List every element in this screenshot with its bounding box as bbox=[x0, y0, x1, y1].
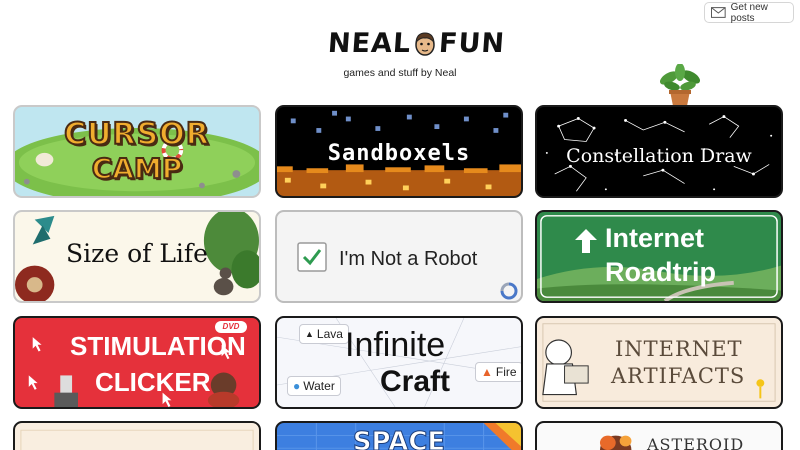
logo-text-right: FUN bbox=[438, 27, 507, 59]
card-title-line-2: ARTIFACTS bbox=[611, 364, 746, 388]
card-title-line-2: CLICKER bbox=[95, 367, 211, 397]
card-title-line-2: Roadtrip bbox=[605, 257, 716, 287]
card-title: Sandboxels bbox=[327, 141, 471, 166]
game-card-infinite-craft[interactable]: ▲ Lava ● Water ▲ Fire Infinite Craft bbox=[275, 316, 523, 409]
get-new-posts-button[interactable]: Get new posts bbox=[704, 1, 794, 24]
card-title-line-1: Infinite bbox=[345, 326, 446, 364]
card-title: ASTEROID bbox=[647, 435, 745, 450]
card-title-line-1: INTERNET bbox=[615, 337, 743, 361]
game-card-not-a-robot[interactable]: I'm Not a Robot bbox=[275, 210, 523, 303]
game-card-cursor-camp[interactable]: CURSOR CAMP bbox=[13, 105, 261, 198]
get-new-posts-label: Get new posts bbox=[730, 1, 768, 24]
game-card-size-of-life[interactable]: Size of Life bbox=[13, 210, 261, 303]
fire-icon: ▲ bbox=[481, 365, 493, 379]
card-title-line-1: CURSOR bbox=[63, 117, 210, 152]
game-card-asteroid[interactable]: ASTEROID bbox=[535, 421, 783, 450]
recaptcha-icon bbox=[500, 282, 518, 300]
game-card-internet-roadtrip[interactable]: Internet Roadtrip bbox=[535, 210, 783, 303]
element-chip-fire: ▲ Fire bbox=[475, 362, 521, 382]
card-title: Constellation Draw bbox=[566, 145, 752, 167]
water-drop-icon: ● bbox=[293, 379, 301, 393]
card-title-line-1: STIMULATION bbox=[70, 331, 246, 361]
element-chip-water: ● Water bbox=[287, 376, 341, 396]
checkbox-checked-icon bbox=[297, 242, 327, 272]
game-card-stimulation-clicker[interactable]: DVD STIMULATION CLICKER bbox=[13, 316, 261, 409]
card-title: I'm Not a Robot bbox=[339, 248, 478, 270]
card-title-line-2: CAMP bbox=[91, 152, 184, 185]
game-card-space[interactable]: SPACE bbox=[275, 421, 523, 450]
card-title: SPACE bbox=[352, 427, 446, 450]
potted-plant-icon bbox=[659, 64, 701, 106]
neal-face-icon bbox=[415, 32, 435, 56]
envelope-icon bbox=[711, 7, 726, 18]
card-title-line-2: Craft bbox=[380, 365, 451, 398]
logo-text-left: NEAL bbox=[326, 27, 413, 59]
card-art bbox=[20, 429, 254, 450]
card-title: Size of Life bbox=[66, 239, 208, 268]
game-card-partial-1[interactable] bbox=[13, 421, 261, 450]
card-title-line-1: Internet bbox=[605, 223, 705, 253]
game-card-sandboxels[interactable]: Sandboxels bbox=[275, 105, 523, 198]
game-card-internet-artifacts[interactable]: INTERNET ARTIFACTS bbox=[535, 316, 783, 409]
arrow-up-icon bbox=[575, 229, 597, 253]
internet-artifacts-art bbox=[542, 323, 776, 402]
game-card-constellation-draw[interactable]: Constellation Draw bbox=[535, 105, 783, 198]
site-logo[interactable]: NEAL FUN bbox=[326, 24, 507, 62]
lava-icon: ▲ bbox=[305, 329, 314, 339]
element-chip-lava: ▲ Lava bbox=[299, 324, 349, 344]
